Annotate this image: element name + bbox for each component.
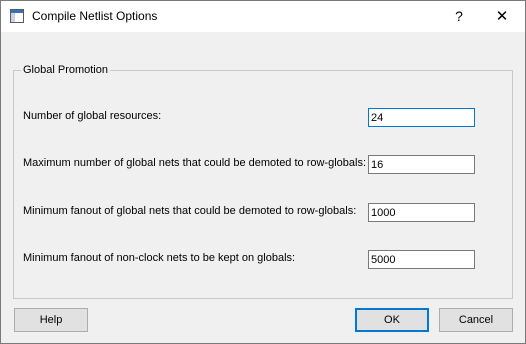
min-fanout-demoted-input[interactable] xyxy=(368,203,475,222)
context-help-button[interactable]: ? xyxy=(441,1,477,32)
group-title: Global Promotion xyxy=(21,64,110,76)
min-fanout-demoted-label: Minimum fanout of global nets that could… xyxy=(23,205,357,217)
ok-button[interactable]: OK xyxy=(355,308,429,332)
title-bar[interactable]: Compile Netlist Options ? ✕ xyxy=(1,1,525,32)
cancel-button[interactable]: Cancel xyxy=(439,308,513,332)
dialog-window: Compile Netlist Options ? ✕ Global Promo… xyxy=(0,0,526,344)
max-demoted-nets-input[interactable] xyxy=(368,155,475,174)
min-fanout-nonclock-label: Minimum fanout of non-clock nets to be k… xyxy=(23,252,296,264)
max-demoted-nets-label: Maximum number of global nets that could… xyxy=(23,157,367,169)
min-fanout-nonclock-input[interactable] xyxy=(368,250,475,269)
global-resources-label: Number of global resources: xyxy=(23,110,162,122)
window-title: Compile Netlist Options xyxy=(32,9,158,23)
help-button[interactable]: Help xyxy=(14,308,88,332)
global-resources-input[interactable] xyxy=(368,108,475,127)
close-button[interactable]: ✕ xyxy=(479,1,525,32)
window-app-icon xyxy=(10,9,24,23)
